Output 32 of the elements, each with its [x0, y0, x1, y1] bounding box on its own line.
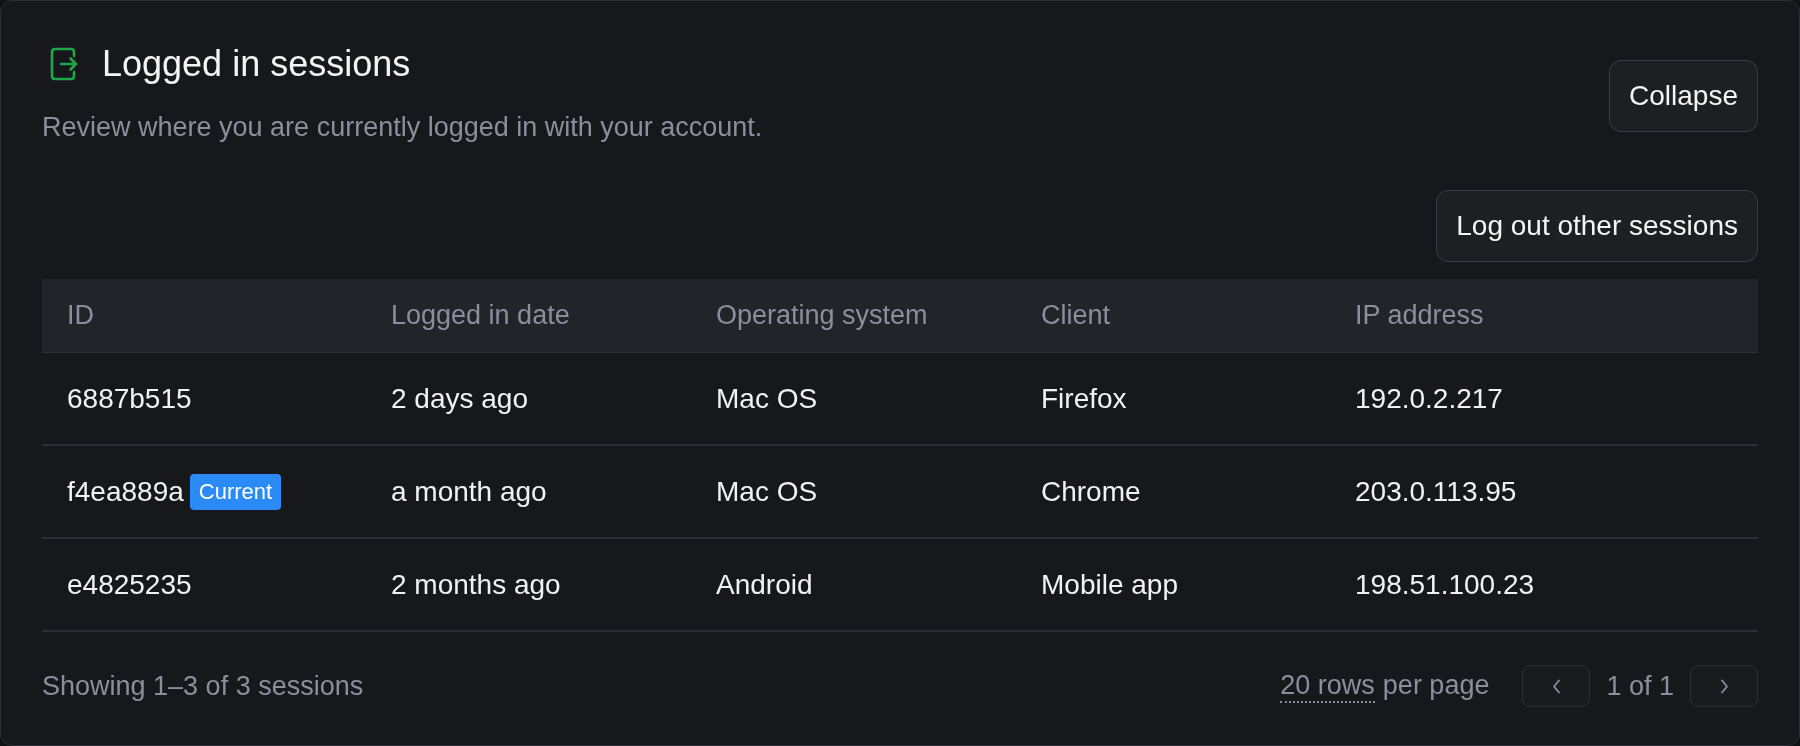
table-cell: 203.0.113.95 — [1355, 475, 1517, 508]
table-cell: 2 days ago — [391, 382, 528, 415]
table-cell: Android — [716, 568, 813, 601]
column-header: Logged in date — [391, 300, 570, 331]
column-header: ID — [67, 300, 94, 331]
column-header: Client — [1041, 300, 1111, 331]
column-header: IP address — [1355, 300, 1484, 331]
rows-per-page-label: per page — [1382, 669, 1490, 701]
table-cell: Mac OS — [716, 475, 818, 508]
collapse-button[interactable]: Collapse — [1609, 60, 1758, 132]
rows-per-page-select[interactable]: 20 rows — [1280, 669, 1375, 703]
table-cell: f4ea889a — [67, 475, 184, 508]
arrow-in-box-icon — [49, 47, 79, 81]
table-cell: 198.51.100.23 — [1355, 568, 1535, 601]
chevron-right-icon — [1719, 678, 1729, 694]
table-cell: Firefox — [1041, 382, 1127, 415]
table-cell: Mobile app — [1041, 568, 1178, 601]
log-out-others-button[interactable]: Log out other sessions — [1436, 190, 1758, 262]
section-title: Logged in sessions — [102, 44, 411, 84]
column-header: Operating system — [716, 300, 928, 331]
table-cell: 6887b515 — [67, 382, 192, 415]
chevron-left-icon — [1551, 678, 1561, 694]
table-cell: 2 months ago — [391, 568, 561, 601]
current-badge: Current — [189, 473, 282, 510]
table-cell: a month ago — [391, 475, 547, 508]
results-summary: Showing 1–3 of 3 sessions — [42, 670, 364, 702]
table-cell: Mac OS — [716, 382, 818, 415]
table-cell: 192.0.2.217 — [1355, 382, 1503, 415]
section-description: Review where you are currently logged in with your account. — [42, 111, 763, 144]
page-indicator: 1 of 1 — [1606, 670, 1674, 702]
table-cell: Chrome — [1041, 475, 1141, 508]
table-cell: e4825235 — [67, 568, 192, 601]
